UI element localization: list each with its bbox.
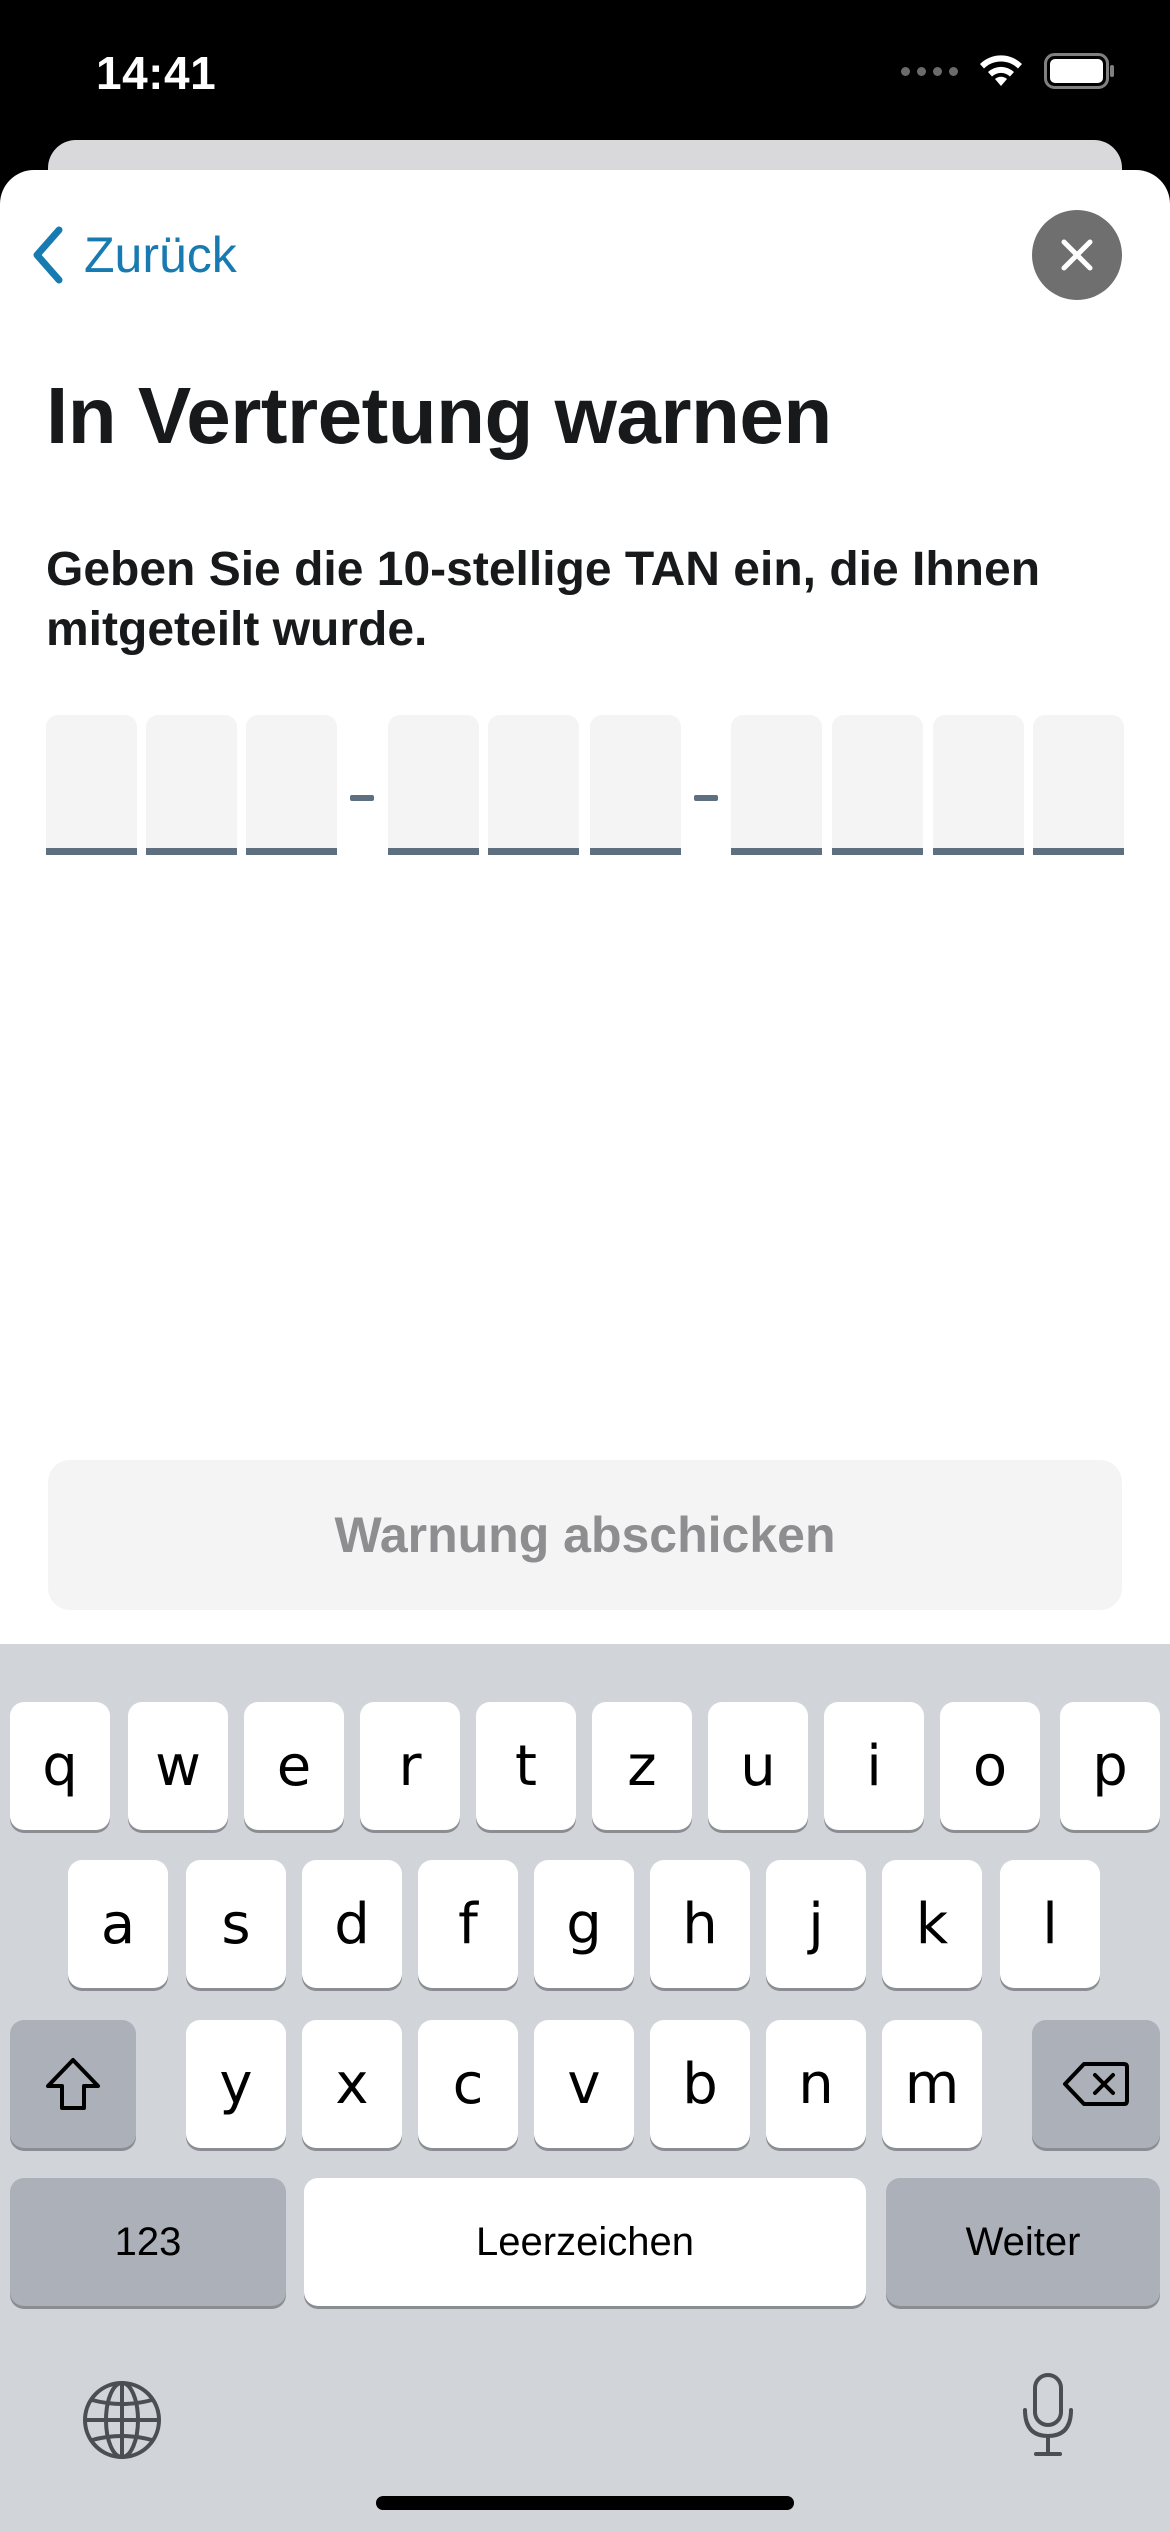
modal-sheet: Zurück In Vertretung warnen Geben Sie di… xyxy=(0,170,1170,1650)
wifi-icon xyxy=(980,55,1022,86)
key-g[interactable]: g xyxy=(534,1860,634,1988)
tan-digit-field[interactable] xyxy=(146,715,237,855)
key-w[interactable]: w xyxy=(128,1702,228,1830)
back-button[interactable]: Zurück xyxy=(24,222,237,288)
key-h[interactable]: h xyxy=(650,1860,750,1988)
status-time: 14:41 xyxy=(96,47,217,99)
page-title: In Vertretung warnen xyxy=(46,371,832,460)
tan-input[interactable] xyxy=(46,715,1126,855)
tan-digit-field[interactable] xyxy=(1033,715,1124,855)
key-r[interactable]: r xyxy=(360,1702,460,1830)
status-icons xyxy=(901,52,1116,90)
key-x[interactable]: x xyxy=(302,2020,402,2148)
numbers-key-label: 123 xyxy=(114,2219,182,2264)
key-v[interactable]: v xyxy=(534,2020,634,2148)
key-d[interactable]: d xyxy=(302,1860,402,1988)
key-u[interactable]: u xyxy=(708,1702,808,1830)
return-key[interactable]: Weiter xyxy=(886,2178,1160,2306)
microphone-icon[interactable] xyxy=(1018,2372,1078,2458)
cellular-signal-icon xyxy=(901,66,958,76)
tan-digit-field[interactable] xyxy=(46,715,137,855)
tan-digit-field[interactable] xyxy=(832,715,923,855)
space-key-label: Leerzeichen xyxy=(476,2219,694,2264)
shift-key[interactable] xyxy=(10,2020,136,2148)
return-key-label: Weiter xyxy=(965,2219,1081,2264)
key-a[interactable]: a xyxy=(68,1860,168,1988)
tan-digit-field[interactable] xyxy=(590,715,681,855)
tan-separator xyxy=(694,795,718,801)
tan-digit-field[interactable] xyxy=(488,715,579,855)
backspace-icon xyxy=(1063,2062,1129,2106)
instruction-text: Geben Sie die 10-stellige TAN ein, die I… xyxy=(46,543,1041,656)
status-bar: 14:41 xyxy=(0,0,1170,140)
key-y[interactable]: y xyxy=(186,2020,286,2148)
home-indicator xyxy=(376,2496,794,2510)
key-n[interactable]: n xyxy=(766,2020,866,2148)
key-l[interactable]: l xyxy=(1000,1860,1100,1988)
key-e[interactable]: e xyxy=(244,1702,344,1830)
key-m[interactable]: m xyxy=(882,2020,982,2148)
key-p[interactable]: p xyxy=(1060,1702,1160,1830)
close-icon xyxy=(1061,239,1093,271)
tan-digit-field[interactable] xyxy=(933,715,1024,855)
key-k[interactable]: k xyxy=(882,1860,982,1988)
key-j[interactable]: j xyxy=(766,1860,866,1988)
key-q[interactable]: q xyxy=(10,1702,110,1830)
key-c[interactable]: c xyxy=(418,2020,518,2148)
globe-icon[interactable] xyxy=(80,2378,164,2462)
delete-key[interactable] xyxy=(1032,2020,1160,2148)
tan-separator xyxy=(350,795,374,801)
close-button[interactable] xyxy=(1032,210,1122,300)
key-b[interactable]: b xyxy=(650,2020,750,2148)
chevron-left-icon xyxy=(24,222,70,288)
key-s[interactable]: s xyxy=(186,1860,286,1988)
tan-digit-field[interactable] xyxy=(388,715,479,855)
numbers-key[interactable]: 123 xyxy=(10,2178,286,2306)
key-i[interactable]: i xyxy=(824,1702,924,1830)
tan-digit-field[interactable] xyxy=(731,715,822,855)
back-label: Zurück xyxy=(84,227,237,283)
shift-icon xyxy=(46,2058,100,2110)
battery-icon xyxy=(1044,53,1114,89)
key-o[interactable]: o xyxy=(940,1702,1040,1830)
submit-warning-button[interactable]: Warnung abschicken xyxy=(48,1460,1122,1610)
space-key[interactable]: Leerzeichen xyxy=(304,2178,866,2306)
key-f[interactable]: f xyxy=(418,1860,518,1988)
key-t[interactable]: t xyxy=(476,1702,576,1830)
key-z[interactable]: z xyxy=(592,1702,692,1830)
tan-digit-field[interactable] xyxy=(246,715,337,855)
